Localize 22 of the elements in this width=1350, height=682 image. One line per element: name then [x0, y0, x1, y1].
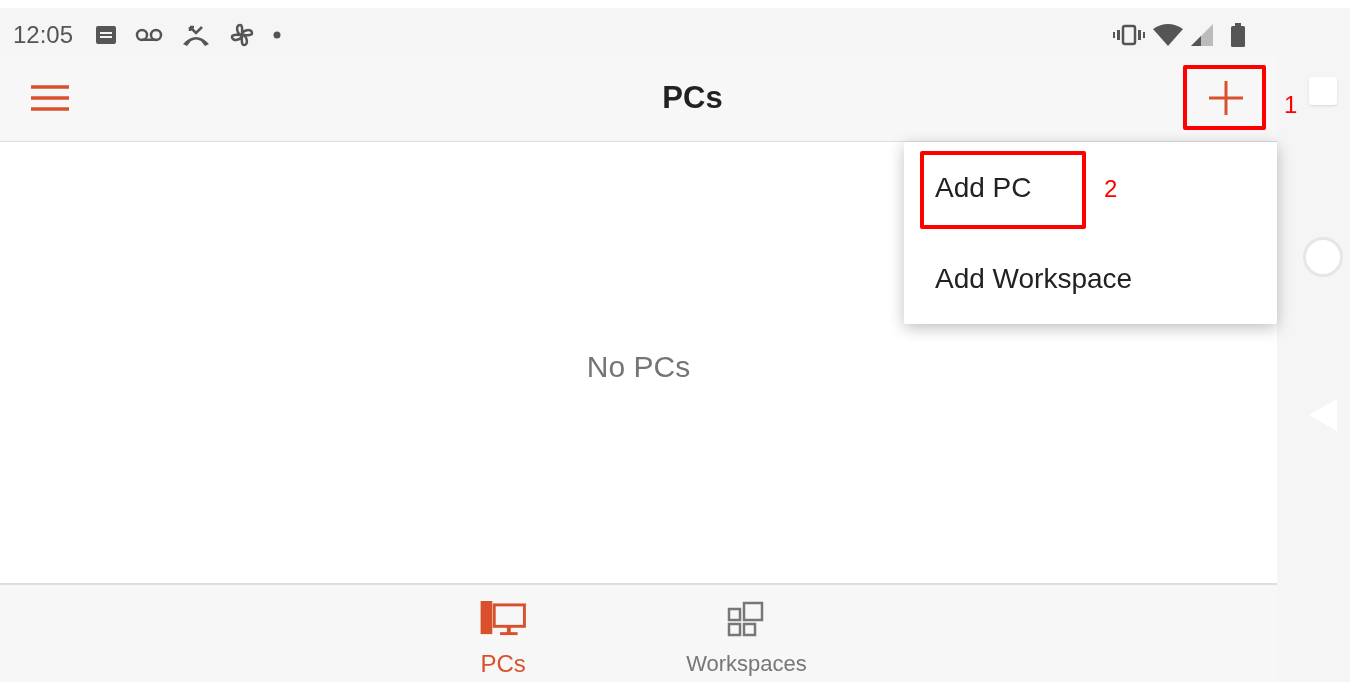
signal-icon [1191, 23, 1213, 46]
nav-tab[interactable]: Workspaces [686, 585, 807, 682]
message-icon [95, 24, 118, 45]
notification-dot-icon [273, 30, 282, 39]
status-time: 12:05 [13, 19, 74, 50]
menu-icon[interactable] [31, 84, 69, 112]
annotation-number: 2 [1104, 174, 1118, 204]
annotation-number: 1 [1284, 90, 1298, 120]
empty-message: No PCs [586, 348, 691, 385]
home-button[interactable] [1302, 237, 1343, 277]
fan-icon [229, 21, 256, 48]
vibrate-icon [1113, 23, 1145, 46]
wifi-icon [1153, 23, 1183, 46]
nav-tab[interactable]: PCs [480, 585, 527, 682]
workspaces-icon [727, 601, 766, 639]
voicemail-icon [135, 27, 164, 42]
overview-button[interactable] [1308, 77, 1337, 105]
add-icon [1209, 81, 1243, 115]
app-title: PCs [661, 78, 724, 117]
menu-item[interactable]: Add Workspace [904, 233, 1277, 324]
battery-icon [1231, 22, 1245, 47]
computer-icon [480, 601, 527, 638]
